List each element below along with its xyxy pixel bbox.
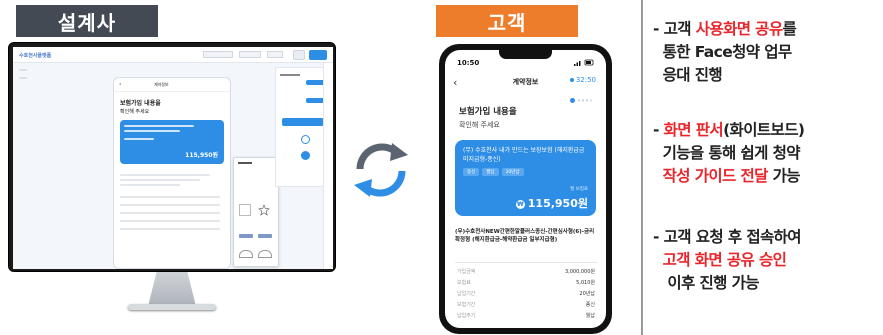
- share-button[interactable]: [293, 50, 305, 60]
- end-button[interactable]: [309, 50, 327, 60]
- info-text: 이후 진행 가능: [653, 274, 759, 292]
- check-tool-icon[interactable]: [239, 204, 251, 216]
- info-text: - 고객: [653, 20, 696, 38]
- mini-back-icon[interactable]: ‹: [119, 81, 121, 88]
- info-panel: - 고객 사용화면 공유를 통한 Face청약 업무 응대 진행 - 화면 판서…: [641, 0, 883, 335]
- detail-key: 보험료: [457, 280, 471, 286]
- customer-phone: 10:50 ‹ 계약정보 32:50 보험가입 내용을 확인해 주세요 (무) …: [439, 44, 612, 334]
- premium-amount: ₩115,950원: [515, 195, 588, 211]
- designer-monitor: 수호천사플랫폼 ‹ 계약정보 보험가입 내용을 확인해 주세요 115,950원: [8, 42, 336, 310]
- info-item-approval: - 고객 요청 후 접속하여 고객 화면 공유 승인 이후 진행 가능: [653, 226, 883, 295]
- info-highlight: 작성 가이드 전달: [653, 167, 769, 185]
- mini-amount: 115,950원: [185, 152, 218, 159]
- mini-heading-line-1: 보험가입 내용을: [120, 100, 161, 107]
- timer-value: 32:50: [575, 76, 596, 84]
- mini-title: 계약정보: [154, 82, 169, 87]
- app-logo: 수호천사플랫폼: [19, 53, 52, 59]
- detail-row: 가입금액 3,000,000원: [457, 268, 595, 277]
- info-item-whiteboard: - 화면 판서(화이트보드) 기능을 통해 쉽게 청약 작성 가이드 전달 가능: [653, 119, 883, 188]
- product-card[interactable]: (무) 수호천사 내가 만드는 보장보험 (해지환급금 미지급형-종신) 종신 …: [455, 140, 596, 216]
- whiteboard-popup[interactable]: [233, 157, 279, 267]
- star-tool-icon[interactable]: [258, 204, 270, 216]
- detail-value: 20년납: [579, 291, 595, 297]
- product-tag: 20년납: [501, 168, 524, 176]
- product-tag: 월납: [482, 168, 499, 176]
- detail-value: 종신: [585, 302, 595, 308]
- screen-left-sidebar: [17, 65, 29, 265]
- mirrored-customer-screen: ‹ 계약정보 보험가입 내용을 확인해 주세요 115,950원: [113, 77, 231, 269]
- mini-product-card: 115,950원: [120, 120, 224, 164]
- info-highlight: 사용화면 공유: [695, 20, 783, 38]
- product-description: (무)수호천사NEW간편한알플러스종신-간편심사형(6)-금리확정형 (해지환급…: [455, 229, 595, 243]
- detail-row: 납입기간 20년납: [457, 290, 595, 299]
- status-icons: [574, 59, 594, 68]
- info-line: 기능을 통해 쉽게 청약: [653, 142, 883, 165]
- mini-heading: 보험가입 내용을 확인해 주세요: [120, 100, 161, 116]
- screen-top-bar: 수호천사플랫폼: [13, 47, 333, 63]
- won-icon: ₩: [515, 200, 525, 209]
- info-item-screen-share: - 고객 사용화면 공유를 통한 Face청약 업무 응대 진행: [653, 18, 883, 87]
- info-highlight: 고객 화면 공유 승인: [653, 251, 787, 269]
- screen-tool-column: [299, 75, 311, 225]
- detail-key: 보험기간: [457, 302, 476, 308]
- page-control[interactable]: [239, 51, 261, 58]
- info-text: - 고객 요청 후 접속하여: [653, 228, 802, 246]
- info-text: 응대 진행: [653, 66, 723, 84]
- detail-row: 보험기간 종신: [457, 301, 595, 310]
- detail-key: 가입금액: [457, 269, 476, 275]
- session-timer: 32:50: [569, 76, 596, 84]
- info-line: 작성 가이드 전달 가능: [653, 165, 883, 188]
- detail-row: 납입주기 월납: [457, 312, 595, 321]
- monitor-stand-base: [128, 304, 216, 310]
- detail-value: 3,000,000원: [564, 269, 595, 275]
- zoom-control[interactable]: [203, 51, 233, 58]
- designer-screen: 수호천사플랫폼 ‹ 계약정보 보험가입 내용을 확인해 주세요 115,950원: [13, 47, 333, 269]
- signal-icon: [574, 59, 594, 66]
- mini-heading-line-2: 확인해 주세요: [120, 109, 150, 115]
- detail-row: 보험료 5,010원: [457, 279, 595, 288]
- detail-value: 5,010원: [576, 280, 595, 286]
- info-line: 통한 Face청약 업무: [653, 41, 883, 64]
- info-text: 통한 Face청약 업무: [653, 43, 793, 61]
- screen-right-toolbar: [323, 63, 333, 269]
- product-tag: 종신: [463, 168, 480, 176]
- status-time: 10:50: [457, 59, 480, 67]
- info-highlight: 화면 판서: [663, 121, 724, 139]
- color-tool-icon[interactable]: [301, 151, 310, 160]
- info-text: 를: [782, 20, 797, 38]
- phone-heading: 보험가입 내용을: [459, 107, 517, 117]
- monitor-stand: [148, 272, 196, 306]
- timer-icon: [569, 78, 574, 82]
- step-indicator: [570, 98, 592, 105]
- info-line: - 고객 요청 후 접속하여: [653, 226, 883, 249]
- detail-key: 납입주기: [457, 313, 476, 319]
- monitor-bezel: 수호천사플랫폼 ‹ 계약정보 보험가입 내용을 확인해 주세요 115,950원: [8, 42, 336, 272]
- info-line: - 화면 판서(화이트보드): [653, 119, 883, 142]
- info-text: 가능: [767, 167, 801, 185]
- premium-caption: 월 보험료: [570, 187, 588, 192]
- info-line: - 고객 사용화면 공유를: [653, 18, 883, 41]
- info-line: 고객 화면 공유 승인: [653, 249, 883, 272]
- view-control[interactable]: [267, 51, 283, 58]
- pen-tool-icon[interactable]: [301, 135, 310, 144]
- info-text: (화이트보드): [723, 121, 805, 139]
- info-line: 응대 진행: [653, 64, 883, 87]
- info-text: 기능을 통해 쉽게 청약: [653, 144, 801, 162]
- product-tags: 종신 월납 20년납: [463, 168, 524, 176]
- designer-label: 설계사: [16, 5, 158, 37]
- info-line: 이후 진행 가능: [653, 272, 883, 295]
- customer-label: 고객: [436, 5, 578, 37]
- info-text: -: [653, 121, 664, 139]
- mini-header: ‹ 계약정보: [114, 78, 230, 92]
- phone-notch: [499, 50, 552, 59]
- phone-subheading: 확인해 주세요: [459, 121, 500, 129]
- premium-amount-value: 115,950원: [527, 197, 588, 210]
- detail-value: 월납: [585, 313, 595, 319]
- product-name: (무) 수호천사 내가 만드는 보장보험 (해지환급금 미지급형-종신): [463, 147, 585, 163]
- customer-phone-screen: 10:50 ‹ 계약정보 32:50 보험가입 내용을 확인해 주세요 (무) …: [445, 50, 606, 328]
- sync-arrows-icon: [348, 135, 414, 205]
- detail-key: 납입기간: [457, 291, 476, 297]
- divider: [455, 262, 597, 263]
